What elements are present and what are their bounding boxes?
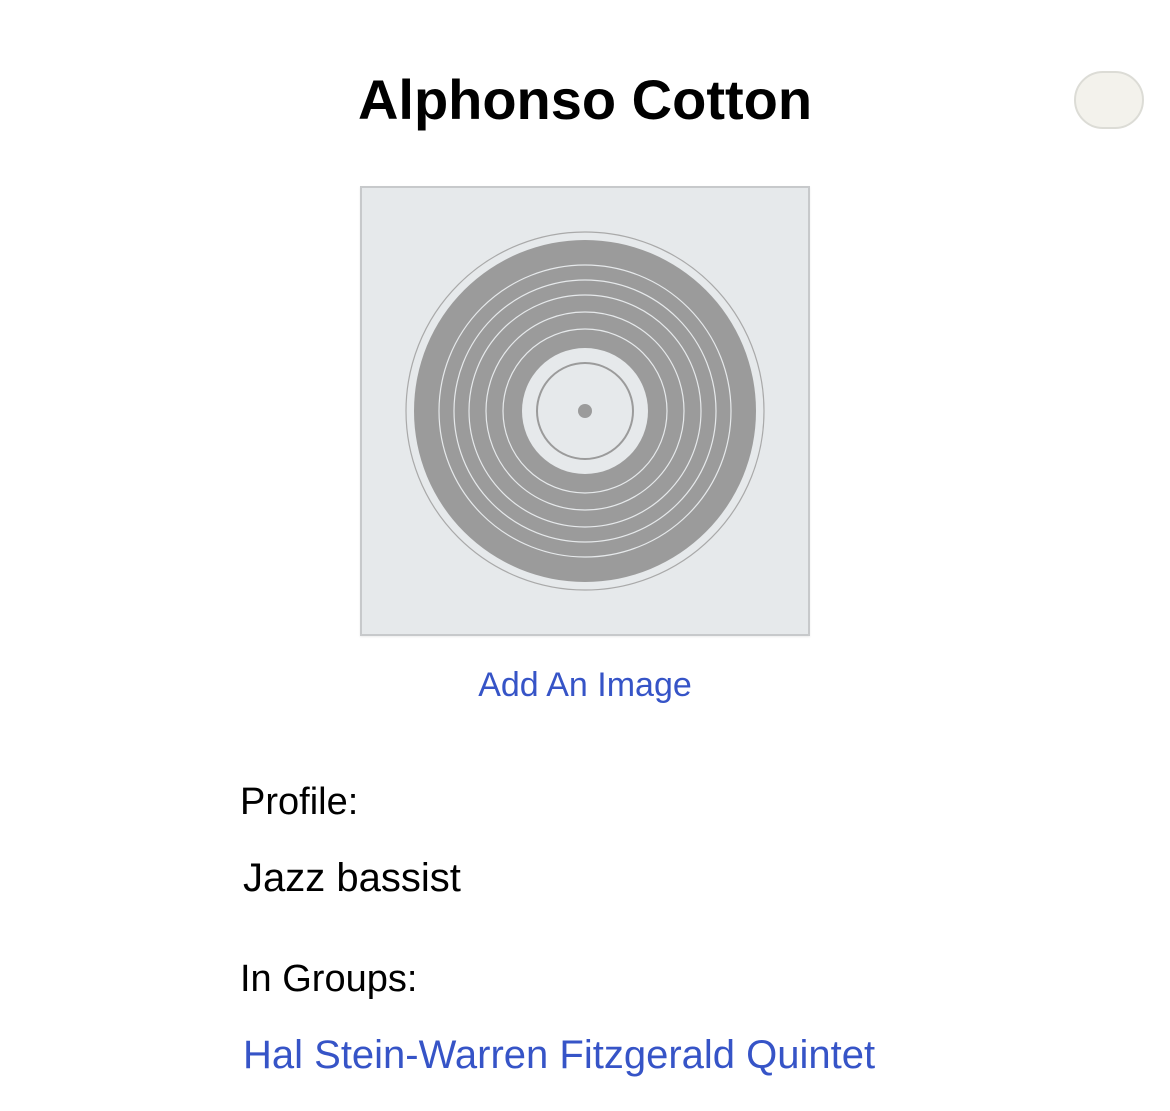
menu-toggle-button[interactable] bbox=[1074, 71, 1144, 129]
profile-label: Profile: bbox=[240, 781, 359, 823]
add-image-link[interactable]: Add An Image bbox=[0, 662, 1170, 708]
vinyl-record-icon bbox=[405, 231, 765, 591]
group-link[interactable]: Hal Stein-Warren Fitzgerald Quintet bbox=[243, 1031, 875, 1079]
profile-text: Jazz bassist bbox=[243, 856, 461, 900]
groups-label: In Groups: bbox=[240, 958, 418, 1000]
artist-image-placeholder bbox=[360, 186, 810, 636]
page-title: Alphonso Cotton bbox=[357, 68, 813, 131]
